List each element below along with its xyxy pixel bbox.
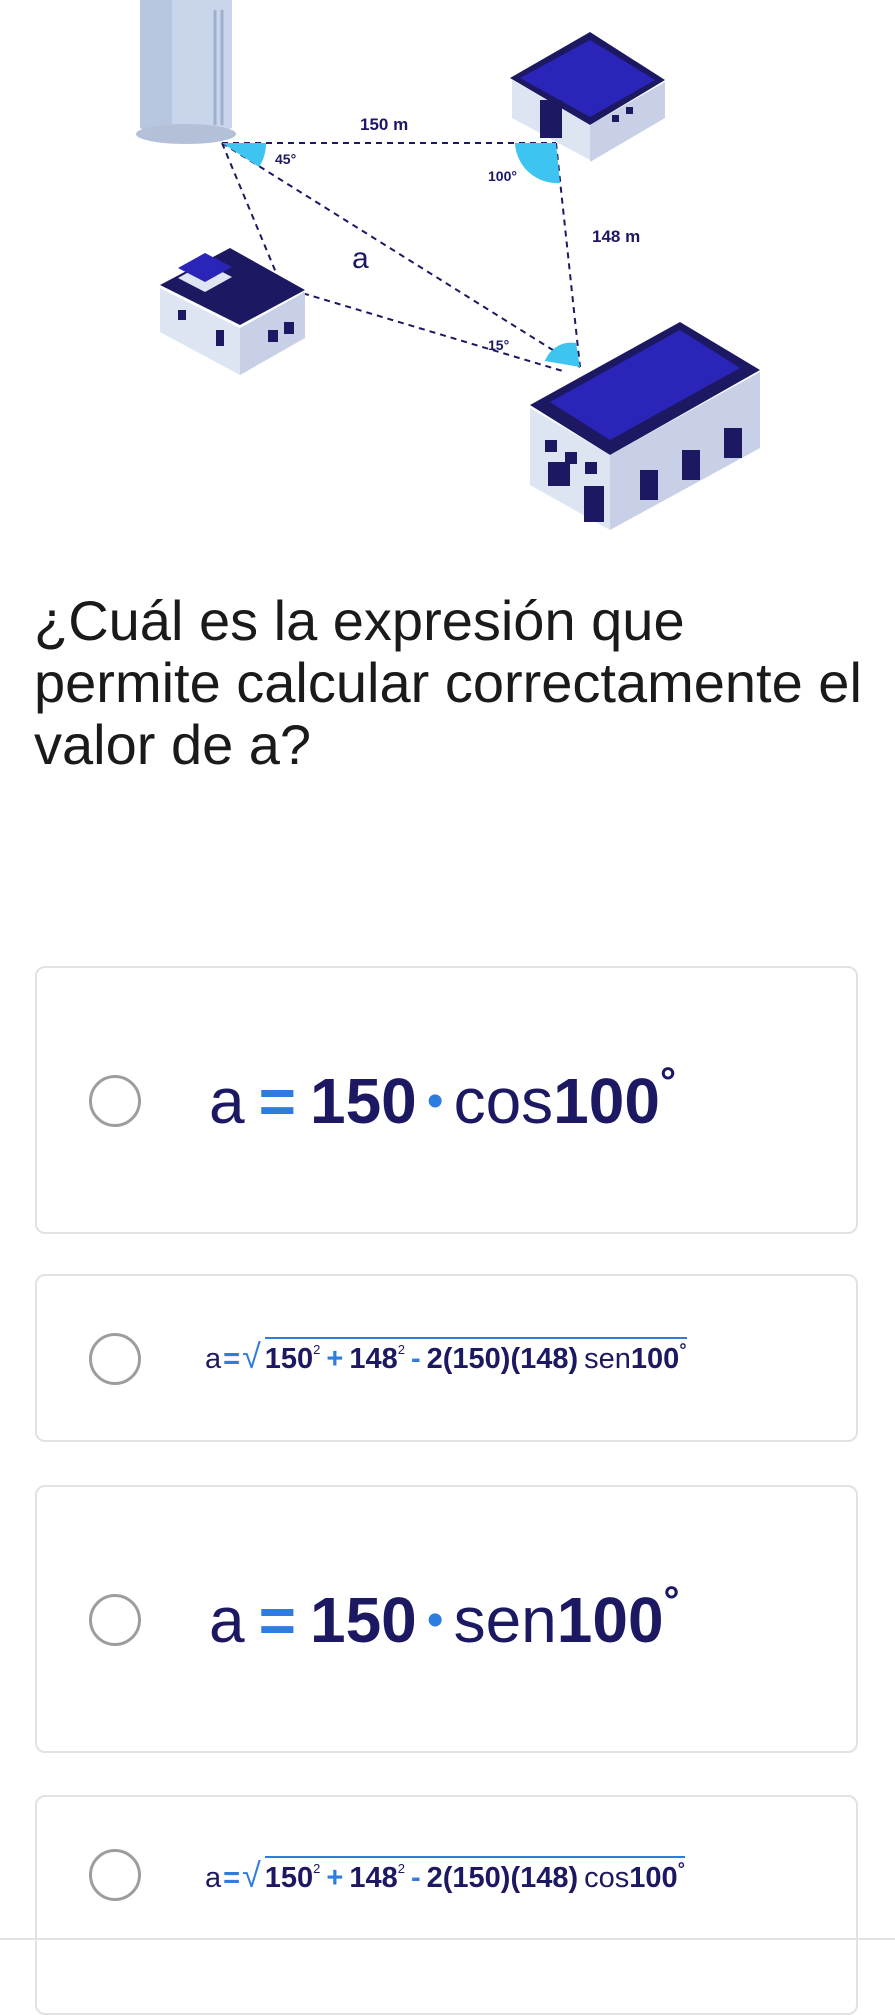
question-text: ¿Cuál es la expresión que permite calcul… [34,589,862,776]
answer-option-1[interactable]: a = 150 • cos100° [35,966,858,1234]
formula-exponent-2: 2 [397,1861,405,1876]
formula-two: 2 [426,1343,443,1375]
radio-button[interactable] [89,1075,141,1127]
formula-plus: + [326,1862,344,1894]
formula-angle: 100 [553,1065,660,1137]
answer-option-2[interactable]: a=√ 1502 +1482-2(150)(148) sen100° [35,1274,858,1442]
angle-wedge-left [222,143,267,167]
formula-function: cos [584,1862,630,1894]
label-angle-left: 45° [275,151,296,167]
radio-button[interactable] [89,1333,141,1385]
answer-option-3[interactable]: a = 150 • sen100° [35,1485,858,1753]
formula-paren-1: (150) [442,1343,511,1375]
label-angle-top-right: 100° [488,168,517,184]
formula-degree: ° [663,1579,680,1623]
formula-degree: ° [659,1060,676,1104]
formula-var: a [209,1065,245,1137]
formula-exponent-2: 2 [397,1342,405,1357]
label-side-right: 148 m [592,227,640,246]
formula-var: a [205,1862,222,1894]
house-left-icon [160,248,305,375]
formula-term-1: 150 [264,1343,314,1375]
formula-degree: ° [677,1859,685,1879]
formula-var: a [205,1343,222,1375]
formula-4: a=√ 1502 +1482-2(150)(148) cos100° [205,1856,685,1896]
formula-dot: • [426,1075,444,1128]
formula-angle: 100 [629,1862,678,1894]
formula-equals: = [223,1343,241,1375]
formula-1: a = 150 • cos100° [209,1060,676,1138]
formula-equals: = [223,1862,241,1894]
formula-exponent-1: 2 [313,1342,321,1357]
page-divider [0,1938,895,1940]
formula-term-2: 148 [349,1343,398,1375]
figure-svg: 150 m 148 m a 45° 100° 15° [136,0,760,530]
answer-option-4[interactable]: a=√ 1502 +1482-2(150)(148) cos100° [35,1795,858,2015]
formula-dot: • [426,1594,444,1647]
formula-two: 2 [426,1862,443,1894]
formula-paren-2: (148) [510,1343,579,1375]
radio-button[interactable] [89,1849,141,1901]
formula-paren-2: (148) [510,1862,579,1894]
formula-plus: + [326,1343,344,1375]
formula-term-1: 150 [264,1862,314,1894]
angle-wedge-bottom [545,342,580,367]
formula-angle: 100 [556,1584,664,1656]
radio-button[interactable] [89,1594,141,1646]
formula-var: a [209,1584,245,1656]
formula-function: sen [584,1343,631,1375]
formula-coefficient: 150 [309,1065,417,1137]
formula-radicand: 1502 +1482-2(150)(148) cos100° [264,1856,685,1894]
formula-function: cos [453,1065,554,1137]
formula-minus: - [410,1862,421,1894]
formula-radicand: 1502 +1482-2(150)(148) sen100° [264,1337,687,1375]
formula-root: √ [242,1857,261,1895]
water-tank-icon [136,0,236,144]
formula-equals: = [258,1584,296,1656]
formula-angle: 100 [630,1343,680,1375]
label-side-diagonal: a [352,242,369,275]
formula-root: √ [242,1338,261,1376]
label-side-top: 150 m [360,115,408,134]
formula-3: a = 150 • sen100° [209,1579,680,1657]
formula-coefficient: 150 [309,1584,417,1656]
formula-paren-1: (150) [442,1862,511,1894]
formula-function: sen [453,1584,557,1656]
formula-minus: - [410,1343,421,1375]
formula-term-2: 148 [349,1862,398,1894]
formula-exponent-1: 2 [313,1861,321,1876]
formula-degree: ° [679,1340,687,1360]
geometry-figure: 150 m 148 m a 45° 100° 15° [0,0,895,545]
label-angle-bottom: 15° [488,337,509,353]
formula-2: a=√ 1502 +1482-2(150)(148) sen100° [205,1337,687,1377]
angle-wedge-top-right [515,143,560,184]
formula-equals: = [258,1065,296,1137]
